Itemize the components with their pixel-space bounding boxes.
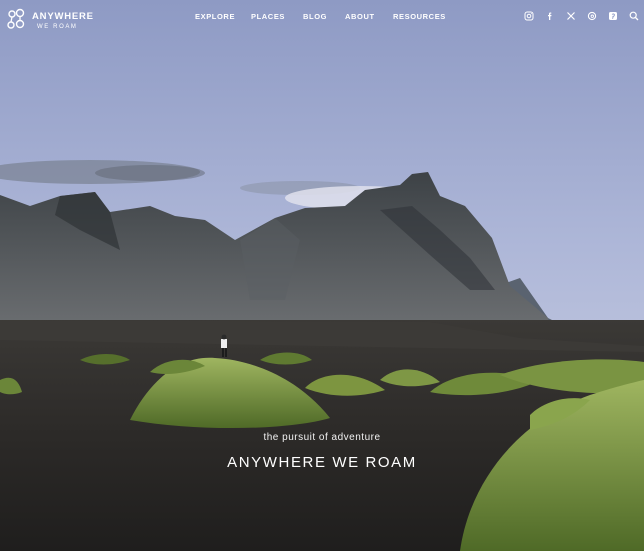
pinterest-icon[interactable] — [607, 10, 619, 22]
threads-icon[interactable] — [586, 10, 598, 22]
site-header: ANYWHERE WE ROAM EXPLORE PLACES BLOG ABO… — [0, 0, 644, 36]
nav-places[interactable]: PLACES — [251, 12, 285, 21]
social-links — [523, 10, 640, 22]
hero-tagline: the pursuit of adventure — [263, 432, 381, 443]
hero-headline: ANYWHERE WE ROAM — [227, 454, 417, 471]
nav-explore[interactable]: EXPLORE — [195, 12, 235, 21]
nav-about[interactable]: ABOUT — [345, 12, 375, 21]
hero-section: ANYWHERE WE ROAM EXPLORE PLACES BLOG ABO… — [0, 0, 644, 551]
facebook-icon[interactable] — [544, 10, 556, 22]
nav-blog[interactable]: BLOG — [303, 12, 327, 21]
x-icon[interactable] — [565, 10, 577, 22]
search-icon[interactable] — [628, 10, 640, 22]
logo-subtitle: WE ROAM — [37, 23, 78, 30]
nav-resources[interactable]: RESOURCES — [393, 12, 446, 21]
instagram-icon[interactable] — [523, 10, 535, 22]
